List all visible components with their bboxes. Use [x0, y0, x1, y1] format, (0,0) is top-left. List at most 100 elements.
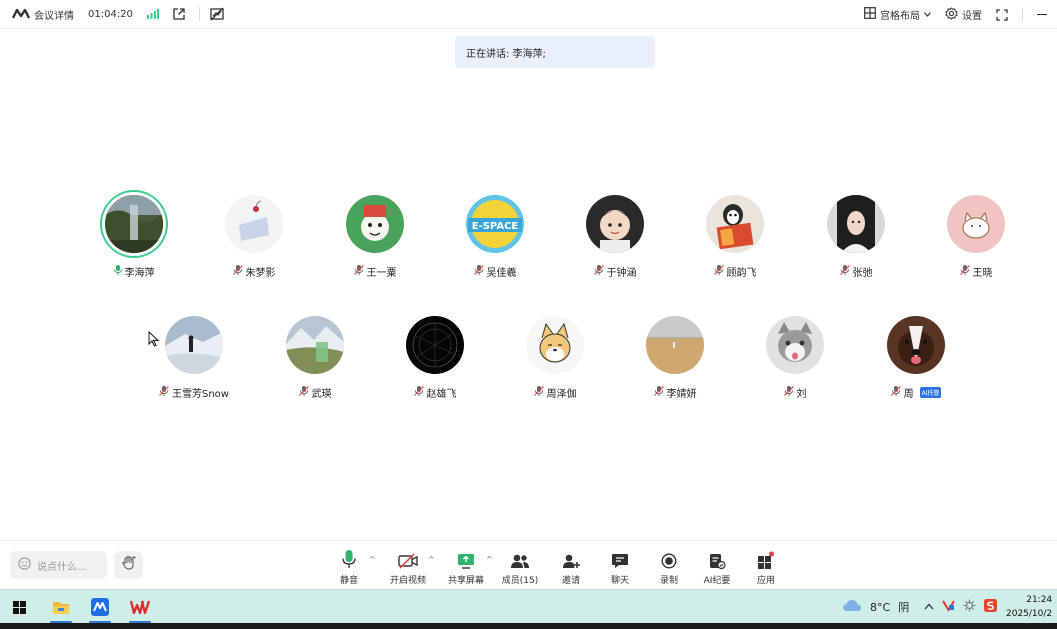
chat-button[interactable]: 聊天: [592, 549, 648, 586]
invite-button[interactable]: 邀请: [543, 549, 599, 586]
annotation-off-icon[interactable]: [210, 7, 224, 21]
sogou-tray-icon[interactable]: [984, 599, 997, 615]
tool-label: 邀请: [561, 576, 580, 586]
file-explorer-icon[interactable]: [44, 590, 78, 624]
vpn-tray-icon[interactable]: [942, 599, 955, 615]
quick-chat-input[interactable]: 说点什么...: [10, 551, 107, 579]
network-signal-icon[interactable]: [146, 9, 159, 19]
divider: [198, 7, 200, 21]
participant-name-row: 王雪芳Snow: [159, 385, 229, 400]
raise-hand-icon: [121, 555, 137, 575]
mic-muted-icon: [839, 265, 850, 278]
participant-name: 顾韵飞: [726, 268, 757, 279]
participant-tile[interactable]: 赵雄飞: [375, 316, 495, 400]
participant-name: 于钟涵: [606, 268, 637, 279]
participant-tile[interactable]: 王雪芳Snow: [134, 316, 254, 400]
mic-muted-icon: [713, 265, 724, 278]
participant-tile[interactable]: 张弛: [796, 195, 916, 279]
participant-name-row: 吴佳羲: [473, 264, 517, 279]
mic-muted-icon: [653, 386, 664, 399]
windows-start-icon[interactable]: [8, 590, 30, 624]
taskbar-clock[interactable]: 21:24 2025/10/2: [1006, 593, 1052, 621]
avatar: [286, 316, 344, 374]
avatar: [346, 195, 404, 253]
participant-name-row: 朱梦影: [232, 264, 276, 279]
ai-notes-icon: [708, 549, 726, 569]
participant-name-row: 王晓: [959, 264, 993, 279]
participant-name-row: 王一粟: [353, 264, 397, 279]
avatar: [526, 316, 584, 374]
meeting-details-link[interactable]: 会议详情: [34, 7, 74, 22]
raise-hand-button[interactable]: [114, 551, 143, 579]
avatar: [165, 316, 223, 374]
settings-button[interactable]: 设置: [945, 6, 982, 23]
svg-text:E-SPACE: E-SPACE: [472, 221, 519, 232]
meeting-toolbar: 说点什么... 静音 ^ 开启视频 ^ 共享屏幕 ^ 成员(15) 邀请 聊天 …: [0, 540, 1057, 589]
participant-tile[interactable]: 王晓: [916, 195, 1036, 279]
participant-tile[interactable]: 李海萍: [74, 195, 194, 279]
popout-icon[interactable]: [173, 8, 185, 20]
gear-icon: [945, 6, 958, 23]
participant-tile[interactable]: E-SPACE 吴佳羲: [435, 195, 555, 279]
tool-label: 开启视频: [389, 576, 426, 586]
participant-name: 朱梦影: [245, 268, 276, 279]
weather-desc: 阴: [898, 601, 910, 614]
participant-name-row: 赵雄飞: [413, 385, 457, 400]
tool-label: 录制: [659, 576, 678, 586]
participant-tile[interactable]: 朱梦影: [194, 195, 314, 279]
apps-button[interactable]: 应用: [738, 549, 794, 586]
participant-tile[interactable]: 于钟涵: [555, 195, 675, 279]
avatar: [225, 195, 283, 253]
video-options-chevron-up-icon[interactable]: ^: [428, 555, 435, 564]
mic-muted-icon: [890, 386, 901, 399]
participant-tile[interactable]: 周 AI托管: [856, 316, 976, 400]
participant-tile[interactable]: 李婧妍: [615, 316, 735, 400]
divider: [1022, 7, 1023, 22]
mic-muted-icon: [353, 265, 364, 278]
participant-name: 张弛: [852, 268, 873, 279]
grid-icon: [864, 7, 876, 22]
participant-tile[interactable]: 周泽伽: [495, 316, 615, 400]
emoji-icon[interactable]: [18, 557, 31, 573]
tray-expand-chevron-up-icon[interactable]: [924, 602, 934, 613]
mic-muted-icon: [593, 265, 604, 278]
participant-name-row: 刘: [783, 385, 807, 400]
members-icon: [510, 549, 530, 569]
ai-notes-button[interactable]: AI纪要: [689, 549, 745, 586]
layout-button[interactable]: 宫格布局: [864, 7, 931, 22]
fullscreen-icon[interactable]: [996, 8, 1008, 21]
meeting-window: 会议详情 01:04:20 宫格布局 设置 正在讲话: 李海萍; 李海萍 朱梦影…: [0, 0, 1057, 589]
weather-widget[interactable]: 8°C 阴: [842, 590, 909, 624]
avatar: [766, 316, 824, 374]
members-button[interactable]: 成员(15): [492, 549, 548, 586]
mic-muted-icon: [298, 386, 309, 399]
mic-muted-icon: [533, 386, 544, 399]
participant-tile[interactable]: 王一粟: [315, 195, 435, 279]
participant-name: 刘: [796, 389, 807, 400]
speaking-text: 正在讲话: 李海萍;: [466, 48, 546, 60]
windows-taskbar: 8°C 阴 21:24 2025/10/2: [0, 589, 1057, 623]
participant-name-row: 张弛: [839, 264, 873, 279]
participant-tile[interactable]: 顾韵飞: [675, 195, 795, 279]
tencent-meeting-taskbar-icon[interactable]: [83, 590, 117, 624]
avatar: [646, 316, 704, 374]
tool-label: 聊天: [610, 576, 629, 586]
participant-name-row: 李海萍: [113, 264, 155, 279]
clock-time: 21:24: [1026, 595, 1053, 605]
tool-label: 应用: [756, 576, 775, 586]
mic-options-chevron-up-icon[interactable]: ^: [369, 555, 376, 564]
settings-label: 设置: [962, 11, 982, 22]
mic-icon: [341, 549, 357, 569]
participant-name: 周泽伽: [546, 389, 577, 400]
top-bar: 会议详情 01:04:20 宫格布局 设置: [0, 0, 1057, 29]
tool-label: 共享屏幕: [447, 576, 484, 586]
participant-tile[interactable]: 刘: [735, 316, 855, 400]
mic-muted-icon: [232, 265, 243, 278]
minimize-icon[interactable]: [1027, 0, 1057, 29]
input-method-tray-icon[interactable]: [963, 599, 976, 615]
participant-name: 王晓: [972, 268, 993, 279]
wps-office-icon[interactable]: [123, 590, 157, 624]
participant-name-row: 武瑛: [298, 385, 332, 400]
participant-name: 王雪芳Snow: [172, 389, 229, 400]
participant-tile[interactable]: 武瑛: [255, 316, 375, 400]
